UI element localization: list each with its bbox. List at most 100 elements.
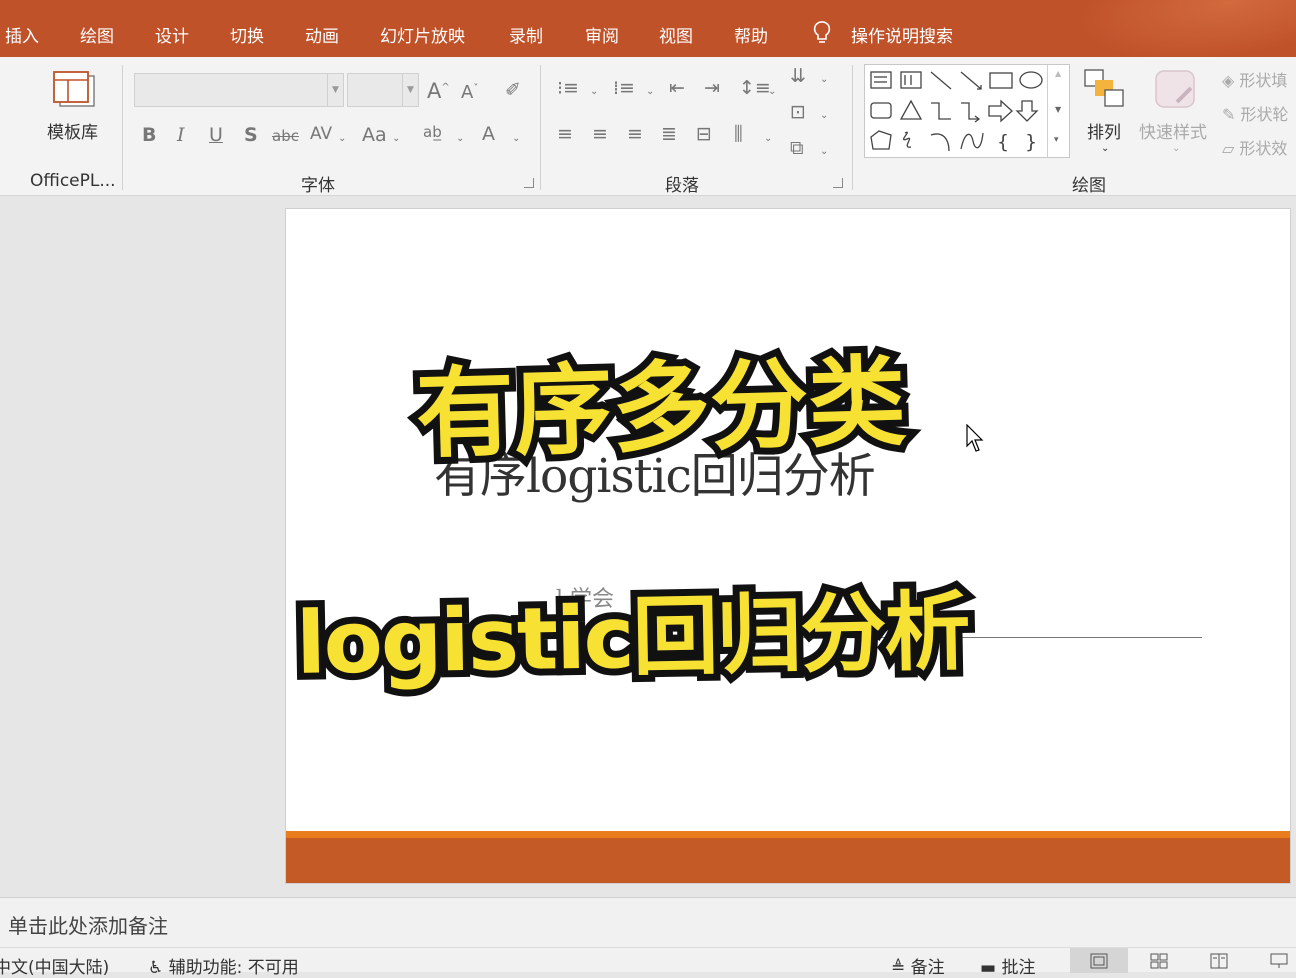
clear-formatting-icon[interactable]: ✐ — [505, 79, 521, 101]
accessibility-status[interactable]: ♿︎ 辅助功能: 不可用 — [148, 953, 299, 978]
notes-placeholder[interactable]: 单击此处添加备注 — [8, 910, 168, 939]
drawing-group-label: 绘图 — [1072, 176, 1106, 196]
chevron-down-icon[interactable]: ⌄ — [646, 86, 654, 97]
slide-canvas[interactable]: 有序logistic回归分析 l 学会 有序多分类 logistic回归分析 — [285, 208, 1291, 884]
tab-help[interactable]: 帮助 — [734, 22, 768, 47]
shape-effects-button[interactable]: ▱ 形状效 — [1222, 135, 1287, 159]
notes-icon: ≜ — [891, 958, 906, 978]
quick-styles-label[interactable]: 快速样式 — [1139, 118, 1207, 143]
shapes-gallery-icons[interactable]: { } — [865, 65, 1049, 157]
tab-slideshow[interactable]: 幻灯片放映 — [380, 22, 465, 47]
change-case-icon[interactable]: Aa — [362, 124, 387, 146]
normal-view-icon — [1090, 953, 1108, 969]
smartart-icon[interactable]: ⧉ — [790, 137, 804, 159]
chevron-down-icon[interactable]: ⌄ — [1101, 143, 1109, 154]
italic-icon[interactable]: I — [177, 124, 185, 146]
overlay-title-line1: 有序多分类 — [408, 339, 915, 480]
numbering-icon[interactable]: ⁞≡ — [613, 77, 635, 99]
tab-draw[interactable]: 绘图 — [80, 22, 114, 47]
chevron-down-icon[interactable]: ⌄ — [820, 110, 828, 121]
bullets-icon[interactable]: ⁝≡ — [557, 77, 579, 99]
justify-icon[interactable]: ≣ — [661, 123, 677, 145]
strikethrough-icon[interactable]: abc — [272, 127, 299, 145]
font-size-combo[interactable]: ▼ — [347, 73, 419, 107]
chevron-down-icon[interactable]: ▼ — [327, 74, 343, 106]
menu-bar: 插入 绘图 设计 切换 动画 幻灯片放映 录制 审阅 视图 帮助 操作说明搜索 — [0, 0, 1296, 57]
tab-review[interactable]: 审阅 — [585, 22, 619, 47]
align-center-icon[interactable]: ≡ — [592, 123, 608, 145]
chevron-down-icon[interactable]: ⌄ — [512, 133, 520, 144]
paragraph-dialog-launcher-icon[interactable] — [833, 178, 843, 188]
shape-effects-icon: ▱ — [1222, 139, 1235, 158]
chevron-down-icon[interactable]: ⌄ — [456, 133, 464, 144]
decrease-indent-icon[interactable]: ⇤ — [669, 77, 685, 99]
tab-insert[interactable]: 插入 — [5, 22, 39, 47]
font-dialog-launcher-icon[interactable] — [524, 178, 534, 188]
normal-view-button[interactable] — [1070, 948, 1128, 973]
template-gallery-icon[interactable] — [52, 70, 96, 110]
chevron-down-icon[interactable]: ⌄ — [820, 146, 828, 157]
chevron-down-icon[interactable]: ⌄ — [768, 86, 776, 97]
chevron-down-icon[interactable]: ▼ — [402, 74, 418, 106]
shape-outline-button[interactable]: ✎ 形状轮 — [1222, 101, 1289, 125]
highlight-icon[interactable]: ab̲ — [423, 123, 442, 141]
overlay-title-line2: logistic回归分析 — [288, 575, 976, 701]
search-box[interactable]: 操作说明搜索 — [851, 22, 953, 47]
bold-icon[interactable]: B — [142, 124, 156, 146]
font-group-label: 字体 — [301, 176, 335, 196]
language-indicator[interactable]: 中文(中国大陆) — [0, 953, 109, 978]
shape-fill-button[interactable]: ◈ 形状填 — [1222, 67, 1287, 91]
comment-icon: ▬ — [980, 958, 997, 978]
distributed-icon[interactable]: ⊟ — [696, 123, 712, 145]
chevron-down-icon[interactable]: ⌄ — [1172, 143, 1180, 154]
title-bar-decoration — [1071, 0, 1296, 57]
font-color-icon[interactable]: A — [482, 123, 495, 145]
text-shadow-icon[interactable]: S — [244, 124, 258, 146]
chevron-down-icon[interactable]: ⌄ — [764, 133, 772, 144]
slideshow-view-button[interactable] — [1250, 948, 1296, 973]
notes-pane[interactable]: 单击此处添加备注 — [0, 897, 1296, 947]
underline-icon[interactable]: U — [209, 124, 223, 146]
template-gallery-label[interactable]: 模板库 — [47, 118, 98, 143]
group-divider — [540, 65, 541, 190]
slide-thumbnail-pane[interactable] — [0, 197, 284, 897]
notes-toggle-button[interactable]: ≜ 备注 — [891, 953, 945, 978]
chevron-down-icon[interactable]: ⌄ — [392, 133, 400, 144]
comments-toggle-button[interactable]: ▬ 批注 — [980, 953, 1035, 978]
slide-sorter-view-button[interactable] — [1130, 948, 1188, 973]
increase-indent-icon[interactable]: ⇥ — [704, 77, 720, 99]
arrange-label[interactable]: 排列 — [1087, 118, 1121, 143]
tab-animations[interactable]: 动画 — [305, 22, 339, 47]
font-name-combo[interactable]: ▼ — [134, 73, 344, 107]
paint-bucket-icon: ◈ — [1222, 71, 1235, 90]
tab-view[interactable]: 视图 — [659, 22, 693, 47]
align-left-icon[interactable]: ≡ — [557, 123, 573, 145]
line-spacing-icon[interactable]: ↕≡ — [739, 77, 771, 99]
reading-view-button[interactable] — [1190, 948, 1248, 973]
tab-transitions[interactable]: 切换 — [230, 22, 264, 47]
quick-styles-icon[interactable] — [1153, 68, 1199, 112]
gallery-scrollbar[interactable]: ▲ ▼ ▾ — [1047, 65, 1069, 157]
tab-record[interactable]: 录制 — [509, 22, 543, 47]
reading-view-icon — [1210, 953, 1228, 969]
more-shapes-icon[interactable]: ▾ — [1054, 135, 1059, 145]
chevron-down-icon[interactable]: ⌄ — [338, 133, 346, 144]
character-spacing-icon[interactable]: AV — [310, 124, 332, 144]
footer-bar — [286, 838, 1290, 883]
shapes-gallery[interactable]: { } ▲ ▼ ▾ — [864, 64, 1070, 158]
tab-design[interactable]: 设计 — [155, 22, 189, 47]
align-right-icon[interactable]: ≡ — [627, 123, 643, 145]
columns-icon[interactable]: ⫼ — [734, 123, 743, 145]
officeplus-group-label: OfficePL... — [30, 171, 116, 191]
increase-font-icon[interactable]: A^ — [427, 79, 450, 103]
decrease-font-icon[interactable]: A˅ — [461, 82, 478, 103]
scroll-up-icon[interactable]: ▲ — [1055, 69, 1061, 78]
text-direction-icon[interactable]: ⇊ — [790, 65, 806, 87]
chevron-down-icon[interactable]: ⌄ — [590, 86, 598, 97]
align-text-icon[interactable]: ⊡ — [790, 101, 806, 123]
status-bar: 中文(中国大陆) ♿︎ 辅助功能: 不可用 ≜ 备注 ▬ 批注 — [0, 947, 1296, 978]
footer-accent-bar — [286, 831, 1290, 838]
chevron-down-icon[interactable]: ⌄ — [820, 74, 828, 85]
scroll-down-icon[interactable]: ▼ — [1055, 105, 1061, 114]
arrange-icon[interactable] — [1083, 68, 1127, 110]
